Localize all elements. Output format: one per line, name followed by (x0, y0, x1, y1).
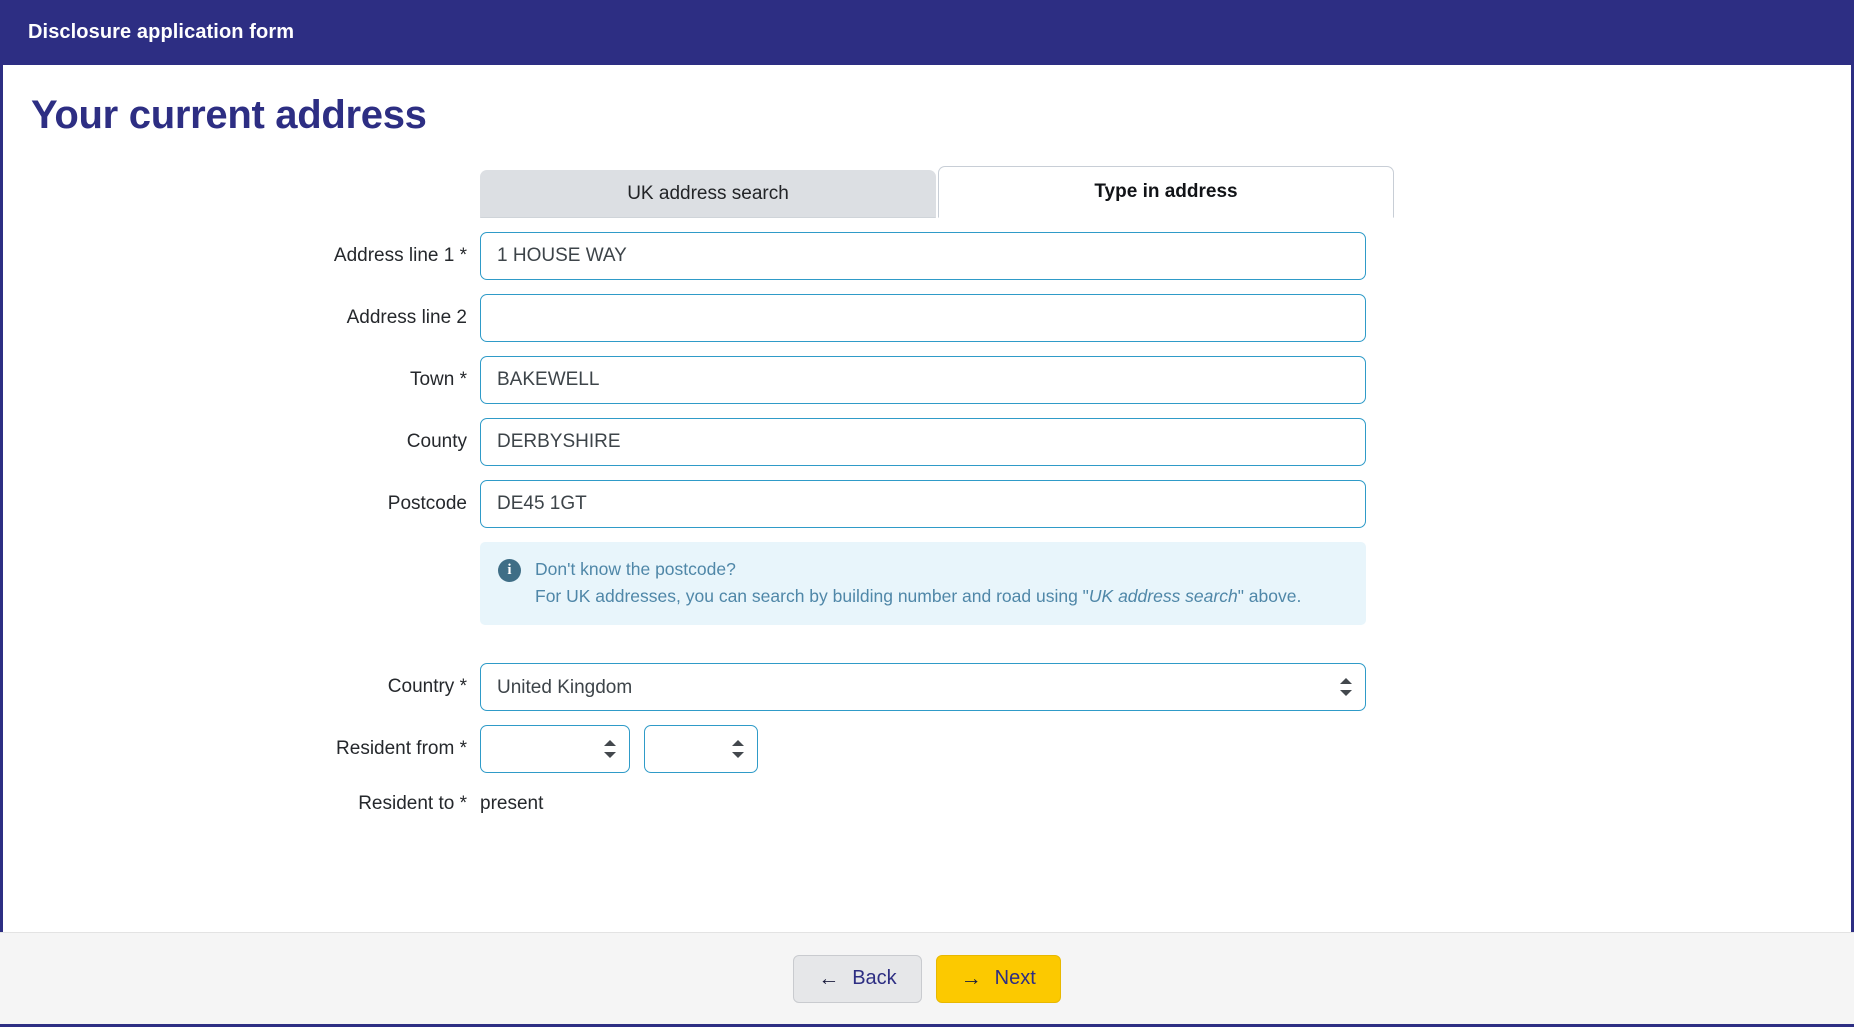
required-marker: * (459, 738, 467, 759)
resident-from-year-wrap (644, 725, 758, 773)
arrow-right-icon: → (960, 967, 982, 990)
tab-type-in-address[interactable]: Type in address (938, 166, 1394, 218)
required-marker: * (459, 369, 467, 390)
required-marker: * (459, 676, 467, 697)
field-row-resident-from: Resident from * (3, 725, 1851, 773)
address-line-1-input[interactable] (480, 232, 1366, 280)
tab-type-in-address-label: Type in address (1094, 181, 1238, 202)
postcode-field (480, 480, 1366, 528)
postcode-info-line-2-emphasis: UK address search (1088, 586, 1238, 606)
layout-spacer (3, 542, 480, 625)
resident-to-label: Resident to * (358, 793, 467, 814)
resident-from-year-select[interactable] (644, 725, 758, 773)
postcode-info-line-2: For UK addresses, you can search by buil… (535, 585, 1301, 608)
application-window: Disclosure application form Your current… (0, 0, 1854, 1027)
resident-to-value: present (480, 793, 544, 814)
tab-uk-address-search[interactable]: UK address search (480, 170, 936, 218)
resident-from-month-wrap (480, 725, 630, 773)
postcode-help-row: i Don't know the postcode? For UK addres… (3, 542, 1851, 625)
postcode-info-box: i Don't know the postcode? For UK addres… (480, 542, 1366, 625)
town-label: Town * (409, 369, 467, 390)
app-header-bar: Disclosure application form (0, 0, 1854, 65)
field-row-county: County (3, 418, 1851, 466)
address-line-1-field (480, 232, 1366, 280)
next-button-label: Next (994, 967, 1036, 989)
next-button[interactable]: → Next (935, 954, 1061, 1003)
county-label: County (406, 431, 467, 452)
town-field (480, 356, 1366, 404)
arrow-left-icon: ← (818, 967, 840, 990)
town-input[interactable] (480, 356, 1366, 404)
resident-to-field: present (480, 793, 543, 815)
back-button[interactable]: ← Back (793, 954, 922, 1003)
address-line-2-label: Address line 2 (346, 307, 467, 328)
address-form: Address line 1 * Address line 2 Town * C… (3, 218, 1851, 815)
postcode-label: Postcode (387, 493, 467, 514)
county-input[interactable] (480, 418, 1366, 466)
resident-from-field (480, 725, 758, 773)
app-title: Disclosure application form (28, 21, 295, 43)
resident-from-month-select[interactable] (480, 725, 630, 773)
address-line-2-input[interactable] (480, 294, 1366, 342)
postcode-info-line-2-post: " above. (1237, 586, 1302, 606)
required-marker: * (459, 793, 467, 814)
country-label: Country * (387, 676, 467, 697)
postcode-info-text: Don't know the postcode? For UK addresse… (535, 558, 1301, 608)
postcode-input[interactable] (480, 480, 1366, 528)
country-select[interactable]: United Kingdom (480, 663, 1366, 711)
postcode-info-line-2-pre: For UK addresses, you can search by buil… (535, 586, 1089, 606)
page-content: Your current address UK address search T… (3, 65, 1851, 932)
field-row-address-line-1: Address line 1 * (3, 232, 1851, 280)
tab-uk-address-search-label: UK address search (627, 183, 789, 204)
field-row-country: Country * United Kingdom (3, 663, 1851, 711)
resident-from-label: Resident from * (336, 738, 467, 759)
address-entry-tabs: UK address search Type in address (3, 160, 1851, 218)
info-icon: i (498, 559, 521, 582)
postcode-info-line-1: Don't know the postcode? (535, 559, 736, 579)
field-row-postcode: Postcode (3, 480, 1851, 528)
address-line-2-field (480, 294, 1366, 342)
county-field (480, 418, 1366, 466)
field-row-address-line-2: Address line 2 (3, 294, 1851, 342)
back-button-label: Back (852, 967, 897, 989)
form-footer: ← Back → Next (0, 932, 1854, 1024)
field-row-resident-to: Resident to * present (3, 793, 1851, 815)
address-line-1-label: Address line 1 * (333, 245, 467, 266)
country-field: United Kingdom (480, 663, 1366, 711)
page-title: Your current address (31, 93, 427, 137)
field-row-town: Town * (3, 356, 1851, 404)
country-select-wrap: United Kingdom (480, 663, 1366, 711)
required-marker: * (459, 245, 467, 266)
